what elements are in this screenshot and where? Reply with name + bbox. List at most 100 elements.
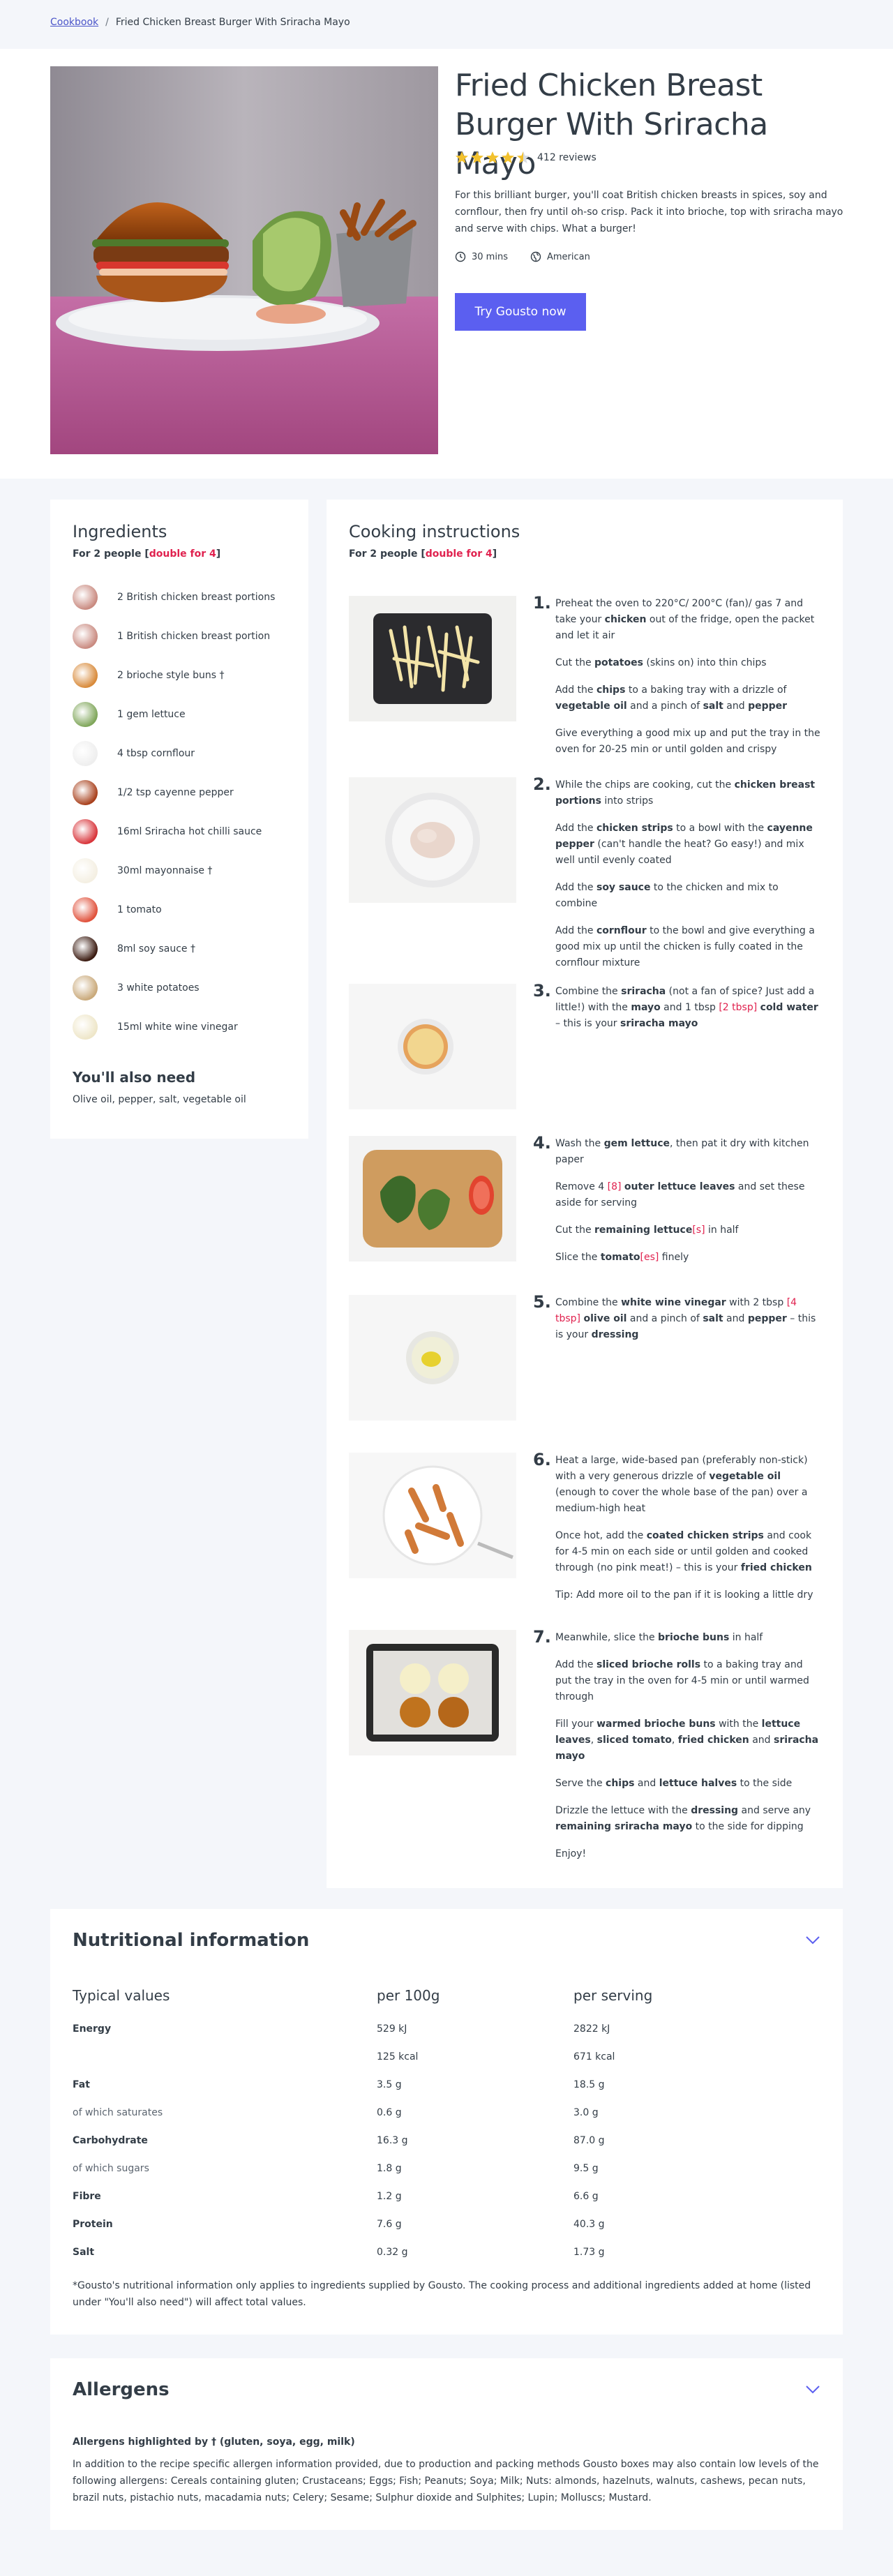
step-text-segment: chips xyxy=(606,1778,635,1789)
step-text: Wash the gem lettuce, then pat it dry wi… xyxy=(555,1136,820,1277)
step-paragraph: Heat a large, wide-based pan (preferably… xyxy=(555,1453,820,1517)
step-paragraph: While the chips are cooking, cut the chi… xyxy=(555,777,820,809)
ingredient-label: 30ml mayonnaise † xyxy=(117,865,213,876)
step-text-segment: Add the xyxy=(555,1659,596,1670)
step-text: While the chips are cooking, cut the chi… xyxy=(555,777,820,982)
ingredient-item: 30ml mayonnaise † xyxy=(73,851,286,890)
step-text-segment: Combine the xyxy=(555,1297,622,1308)
step-text-segment: salt xyxy=(703,701,723,712)
ingredient-item: 1 tomato xyxy=(73,890,286,929)
nutrition-cell: 2822 kJ xyxy=(573,2023,610,2035)
step-paragraph: Give everything a good mix up and put th… xyxy=(555,726,820,758)
step-text-segment: and xyxy=(723,701,749,712)
ingredient-list: 2 British chicken breast portions 1 Briti… xyxy=(73,578,286,1047)
nutrition-cell: 0.32 g xyxy=(377,2247,408,2258)
allergens-heading[interactable]: Allergens xyxy=(73,2379,170,2400)
step-text-segment: and serve any xyxy=(738,1805,811,1816)
step-text-segment: chicken xyxy=(604,614,647,625)
step-text-segment: chicken strips xyxy=(596,823,673,834)
also-need-text: Olive oil, pepper, salt, vegetable oil xyxy=(73,1094,246,1105)
chevron-down-icon[interactable] xyxy=(805,2385,820,2395)
step-number: 3. xyxy=(533,981,551,1001)
nutrition-row: Fibre 1.2 g 6.6 g xyxy=(73,2182,820,2210)
step-text-segment: pepper xyxy=(748,701,788,712)
step-number: 6. xyxy=(533,1450,551,1469)
step-text-segment: white wine vinegar xyxy=(621,1297,726,1308)
step-text-segment: remaining lettuce xyxy=(594,1225,693,1236)
nutrition-row: Protein 7.6 g 40.3 g xyxy=(73,2210,820,2238)
step-image xyxy=(349,1136,516,1261)
step-paragraph: Meanwhile, slice the brioche buns in hal… xyxy=(555,1630,820,1646)
step-text-segment: to the side xyxy=(737,1778,793,1789)
step-image xyxy=(349,1630,516,1755)
nutrition-row: Fat 3.5 g 18.5 g xyxy=(73,2071,820,2099)
breadcrumb-separator: / xyxy=(105,17,109,28)
step-text-segment: Cut the xyxy=(555,1225,595,1236)
chevron-down-icon[interactable] xyxy=(805,1935,820,1945)
ingredient-image xyxy=(73,1014,98,1040)
step-text-segment: with the xyxy=(715,1718,762,1730)
step-text-segment: with 2 tbsp xyxy=(726,1297,787,1308)
step-text-segment: Drizzle the lettuce with the xyxy=(555,1805,691,1816)
step-paragraph: Add the cornflour to the bowl and give e… xyxy=(555,923,820,971)
step-text-segment: and xyxy=(634,1778,659,1789)
step-text-segment: chips xyxy=(596,684,626,696)
breadcrumb-cookbook-link[interactable]: Cookbook xyxy=(50,17,98,28)
clock-icon xyxy=(455,251,466,262)
ingredient-item: 3 white potatoes xyxy=(73,968,286,1008)
ingredient-item: 1/2 tsp cayenne pepper xyxy=(73,773,286,812)
nutrition-cell xyxy=(73,2043,377,2071)
step-text-segment: cold water xyxy=(760,1002,818,1013)
serves-suffix: ] xyxy=(492,548,497,560)
cuisine-text: American xyxy=(546,251,590,262)
step-text-segment: and 1 tbsp xyxy=(660,1002,719,1013)
ingredient-label: 8ml soy sauce † xyxy=(117,943,195,954)
nutrition-cell: Carbohydrate xyxy=(73,2135,148,2146)
step-text-segment: dressing xyxy=(591,1329,639,1340)
step-text-segment: finely xyxy=(659,1252,689,1263)
step-text-segment: gem lettuce xyxy=(603,1138,670,1149)
step-paragraph: Cut the remaining lettuce[s] in half xyxy=(555,1222,820,1238)
nutrition-table: Typical values per 100g per serving Ener… xyxy=(73,1987,820,2266)
ingredient-label: 1/2 tsp cayenne pepper xyxy=(117,787,234,798)
step-text-segment: Once hot, add the xyxy=(555,1530,647,1541)
step-text-segment: and a pinch of xyxy=(626,701,703,712)
rating[interactable]: 412 reviews xyxy=(455,151,596,165)
allergens-text: In addition to the recipe specific aller… xyxy=(73,2459,819,2503)
ingredients-serves: For 2 people [double for 4] xyxy=(73,548,286,560)
step-text-segment: potatoes xyxy=(594,657,643,668)
step-text-segment: to a bowl with the xyxy=(673,823,767,834)
step-text-segment: sriracha xyxy=(621,986,666,997)
step-text-segment: – this is your xyxy=(555,1018,621,1029)
try-gousto-button[interactable]: Try Gousto now xyxy=(455,293,586,331)
nutrition-heading[interactable]: Nutritional information xyxy=(73,1930,309,1951)
nutrition-note: *Gousto's nutritional information only a… xyxy=(73,2280,811,2308)
ingredient-image xyxy=(73,936,98,961)
double-for-4-link[interactable]: double for 4 xyxy=(149,548,216,560)
step-paragraph: Add the soy sauce to the chicken and mix… xyxy=(555,880,820,912)
instructions-serves: For 2 people [double for 4] xyxy=(349,548,520,560)
nutrition-cell: 125 kcal xyxy=(377,2051,419,2062)
ingredient-image xyxy=(73,585,98,610)
step-text-segment: remaining sriracha mayo xyxy=(555,1821,693,1832)
step-paragraph: Tip: Add more oil to the pan if it is lo… xyxy=(555,1587,820,1603)
recipe-title: Fried Chicken Breast Burger With Srirach… xyxy=(455,68,768,181)
nutrition-cell: Fat xyxy=(73,2079,90,2090)
step-text-segment: dressing xyxy=(691,1805,739,1816)
double-for-4-link[interactable]: double for 4 xyxy=(426,548,493,560)
ingredient-image xyxy=(73,663,98,688)
ingredient-image xyxy=(73,897,98,922)
step-text-segment: fried chicken xyxy=(677,1735,749,1746)
step-text-segment: Fill your xyxy=(555,1718,597,1730)
step-paragraph: Serve the chips and lettuce halves to th… xyxy=(555,1776,820,1792)
step-text-segment: tomato xyxy=(600,1252,640,1263)
step-paragraph: Add the chicken strips to a bowl with th… xyxy=(555,821,820,869)
step-text-segment: and xyxy=(723,1313,748,1324)
step-text-segment: Serve the xyxy=(555,1778,606,1789)
review-count[interactable]: 412 reviews xyxy=(537,152,596,163)
nutrition-cell: 1.8 g xyxy=(377,2163,402,2174)
nutrition-cell: 1.2 g xyxy=(377,2191,402,2202)
step-text-segment: , xyxy=(590,1735,597,1746)
ingredient-item: 4 tbsp cornflour xyxy=(73,734,286,773)
ingredients-card: Ingredients For 2 people [double for 4] … xyxy=(50,500,308,1139)
